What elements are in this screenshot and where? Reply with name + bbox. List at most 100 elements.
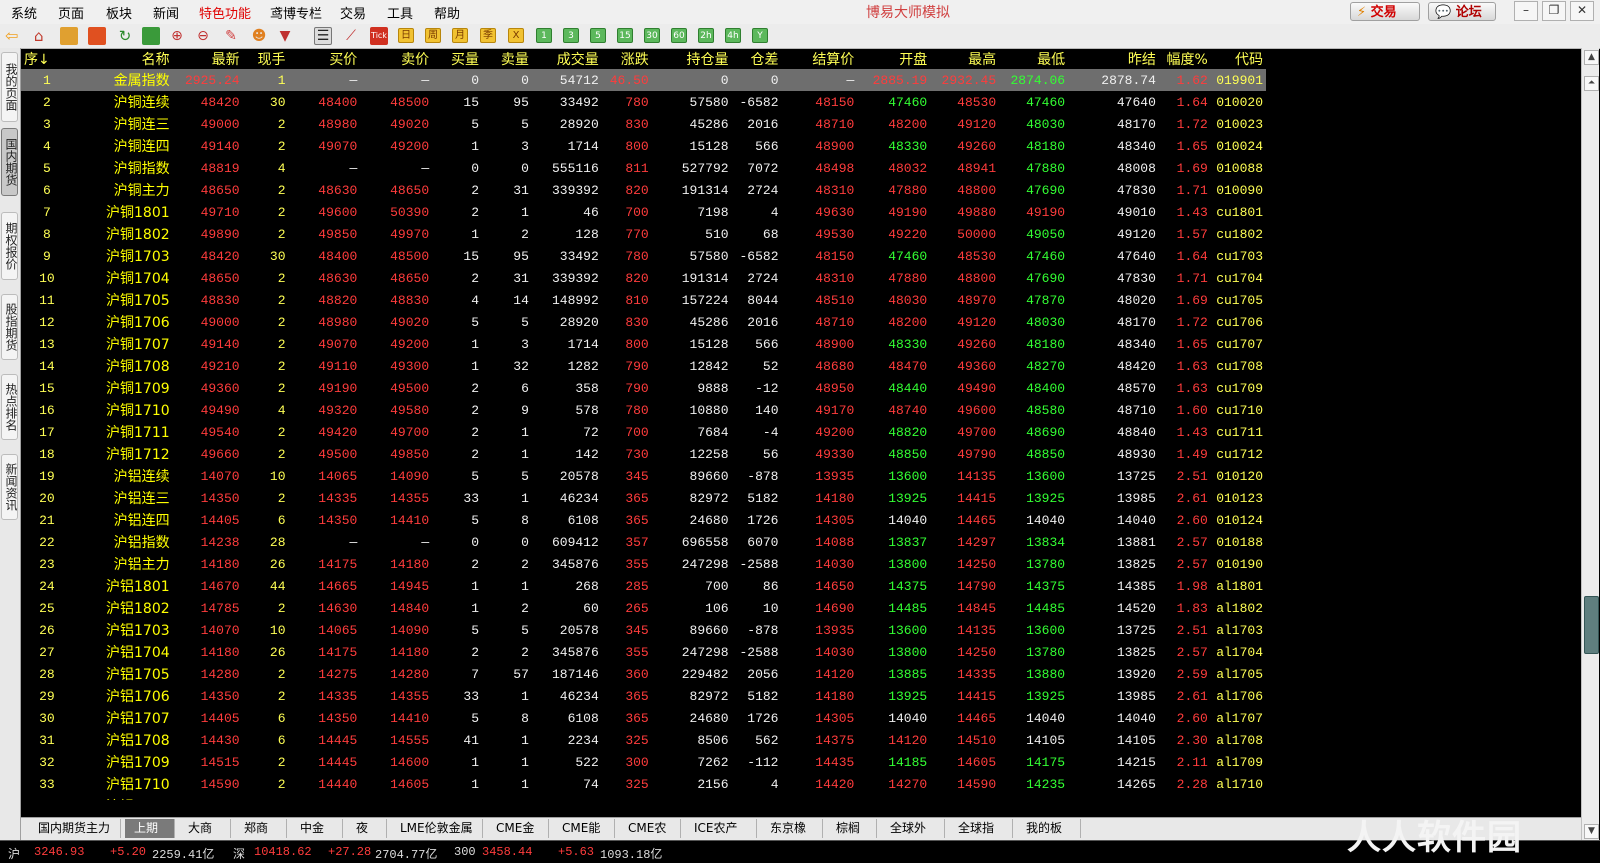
- column-header[interactable]: 仓差: [732, 48, 782, 69]
- market-tab[interactable]: CME能源: [553, 819, 615, 854]
- period-30min-button[interactable]: 30: [644, 28, 660, 43]
- period-4h-button[interactable]: 4h: [725, 28, 741, 43]
- table-row[interactable]: 17 沪铜1711 49540 2 49420 49700 2 1 72 700 7684 -4 492…: [21, 421, 1266, 443]
- table-row[interactable]: 26 沪铝1703 14070 10 14065 14090 5 5 20578 345 89660…: [21, 619, 1266, 641]
- table-row[interactable]: 19 沪铝连续 14070 10 14065 14090 5 5 20578 345 89660 -8…: [21, 465, 1266, 487]
- period-1min-button[interactable]: 1: [536, 28, 552, 43]
- table-row[interactable]: 11 沪铜1705 48830 2 48820 48830 4 14 148992 810 1572…: [21, 289, 1266, 311]
- table-row[interactable]: 33 沪铝1710 14590 2 14440 14605 1 1 74 325 2156 4 1442…: [21, 773, 1266, 795]
- period-day-button[interactable]: 日: [398, 28, 414, 43]
- column-header[interactable]: 开盘: [857, 48, 930, 69]
- market-tab[interactable]: LME伦敦金属: [391, 819, 483, 838]
- table-row[interactable]: 25 沪铝1802 14785 2 14630 14840 1 2 60 265 106 10 1469…: [21, 597, 1266, 619]
- home-icon[interactable]: ⌂: [34, 27, 52, 45]
- table-row[interactable]: 28 沪铝1705 14280 2 14275 14280 7 57 187146 360 2294…: [21, 663, 1266, 685]
- column-header[interactable]: 卖价: [360, 48, 432, 69]
- table-row[interactable]: 3 沪铜连三 49000 2 48980 49020 5 5 28920 830 45286 2016…: [21, 113, 1266, 135]
- scroll-up-icon[interactable]: ▲: [1584, 50, 1599, 65]
- table-row[interactable]: 16 沪铜1710 49490 4 49320 49580 2 9 578 780 10880 140…: [21, 399, 1266, 421]
- table-row[interactable]: 15 沪铜1709 49360 2 49190 49500 2 6 358 790 9888 -12 4…: [21, 377, 1266, 399]
- side-tab-stock-index-futures[interactable]: 股指期货: [1, 294, 18, 360]
- minimize-button[interactable]: –: [1514, 1, 1538, 21]
- forum-button[interactable]: 💬 论坛: [1428, 2, 1496, 21]
- person-icon[interactable]: ☻: [250, 27, 268, 45]
- column-header[interactable]: 最高: [930, 48, 999, 69]
- period-5min-button[interactable]: 5: [590, 28, 606, 43]
- menu-page[interactable]: 页面: [58, 3, 84, 22]
- period-3min-button[interactable]: 3: [563, 28, 579, 43]
- period-month-button[interactable]: 月: [452, 28, 468, 43]
- period-15min-button[interactable]: 15: [617, 28, 633, 43]
- side-tab-domestic-futures[interactable]: 国内期货: [1, 128, 18, 196]
- column-header[interactable]: 序↓: [21, 48, 73, 69]
- period-year-x-button[interactable]: X: [508, 28, 524, 43]
- table-row[interactable]: 29 沪铝1706 14350 2 14335 14355 33 1 46234 365 82972…: [21, 685, 1266, 707]
- menu-special-features[interactable]: 特色功能: [199, 3, 251, 22]
- zoom-in-icon[interactable]: ⊕: [168, 27, 186, 45]
- refresh-icon[interactable]: ↻: [116, 27, 134, 45]
- market-tab[interactable]: 棕榈油: [827, 819, 877, 854]
- filter-icon[interactable]: ▼: [276, 27, 294, 45]
- market-tab[interactable]: CME金属: [487, 819, 549, 854]
- menu-tools[interactable]: 工具: [387, 3, 413, 22]
- market-tab[interactable]: 全球外汇: [881, 819, 945, 854]
- market-tab[interactable]: 夜盘: [347, 819, 387, 854]
- market-tab[interactable]: 郑商所: [235, 819, 287, 854]
- side-tab-my-page[interactable]: 我的页面: [1, 52, 18, 122]
- table-row[interactable]: 32 沪铝1709 14515 2 14445 14600 1 1 522 300 7262 -112…: [21, 751, 1266, 773]
- period-week-button[interactable]: 周: [425, 28, 441, 43]
- market-tab[interactable]: ICE农产品: [685, 819, 757, 854]
- table-row[interactable]: 21 沪铝连四 14405 6 14350 14410 5 8 6108 365 24680 1726…: [21, 509, 1266, 531]
- scroll-top-icon[interactable]: ⏶: [1584, 76, 1599, 91]
- market-tab[interactable]: 大商所: [179, 819, 231, 854]
- market-tab[interactable]: 我的板块: [1017, 819, 1081, 854]
- vertical-scrollbar[interactable]: ▲ ⏶ ▼: [1581, 48, 1599, 842]
- column-header[interactable]: 最新: [173, 48, 243, 69]
- period-60min-button[interactable]: 60: [671, 28, 687, 43]
- table-row[interactable]: 1 金属指数 2925.24 1— —0 0 54712 46.50 0 0—2885.19 293…: [21, 69, 1266, 91]
- list-icon[interactable]: [142, 27, 160, 45]
- table-row[interactable]: 14 沪铜1708 49210 2 49110 49300 1 32 1282 790 12842 5…: [21, 355, 1266, 377]
- table-row[interactable]: 34沪铝171114640214490147651113033020602214…: [21, 795, 1266, 801]
- menu-trade[interactable]: 交易: [340, 3, 366, 22]
- menu-column[interactable]: 鸢博专栏: [270, 3, 322, 22]
- side-tab-hot-ranking[interactable]: 热点排名: [1, 374, 18, 440]
- column-header[interactable]: 名称: [73, 48, 173, 69]
- close-button[interactable]: ✕: [1570, 1, 1594, 21]
- menu-system[interactable]: 系统: [11, 3, 37, 22]
- table-row[interactable]: 31 沪铝1708 14430 6 14445 14555 41 1 2234 325 8506 56…: [21, 729, 1266, 751]
- tick-chart-icon[interactable]: Tick: [370, 27, 388, 45]
- market-tab[interactable]: 中金所: [291, 819, 343, 854]
- book-icon[interactable]: [60, 27, 78, 45]
- period-2h-button[interactable]: 2h: [698, 28, 714, 43]
- zoom-out-icon[interactable]: ⊖: [194, 27, 212, 45]
- table-row[interactable]: 4 沪铜连四 49140 2 49070 49200 1 3 1714 800 15128 566 48…: [21, 135, 1266, 157]
- market-tab[interactable]: 全球指数: [949, 819, 1013, 854]
- table-row[interactable]: 6 沪铜主力 48650 2 48630 48650 2 31 339392 820 191314 2…: [21, 179, 1266, 201]
- line-chart-icon[interactable]: ⟋: [342, 27, 360, 45]
- column-header[interactable]: 现手: [243, 48, 289, 69]
- column-header[interactable]: 幅度%: [1159, 48, 1211, 69]
- side-tab-options[interactable]: 期权报价: [1, 212, 18, 280]
- restore-button[interactable]: ❐: [1542, 1, 1566, 21]
- column-header[interactable]: 卖量: [482, 48, 532, 69]
- menu-help[interactable]: 帮助: [434, 3, 460, 22]
- table-row[interactable]: 22 沪铝指数 14238 28 — — 0 0 609412 357 696558 6070 1408…: [21, 531, 1266, 553]
- column-header[interactable]: 最低: [999, 48, 1068, 69]
- table-row[interactable]: 5 沪铜指数 48819 4 — — 0 0 555116 811 527792 7072 48498 4…: [21, 157, 1266, 179]
- table-row[interactable]: 24 沪铝1801 14670 44 14665 14945 1 1 268 285 700 86 14…: [21, 575, 1266, 597]
- menu-news[interactable]: 新闻: [153, 3, 179, 22]
- market-tab[interactable]: 上期所: [125, 819, 175, 854]
- menu-sector[interactable]: 板块: [106, 3, 132, 22]
- table-row[interactable]: 8 沪铜1802 49890 2 49850 49970 1 2 128 770 510 68 4953…: [21, 223, 1266, 245]
- column-header[interactable]: 涨跌: [602, 48, 652, 69]
- column-header[interactable]: 结算价: [782, 48, 858, 69]
- column-header[interactable]: 买量: [432, 48, 482, 69]
- back-arrow-icon[interactable]: ⇦: [5, 27, 23, 45]
- table-row[interactable]: 18 沪铜1712 49660 2 49500 49850 2 1 142 730 12258 56 4…: [21, 443, 1266, 465]
- table-row[interactable]: 7 沪铜1801 49710 2 49600 50390 2 1 46 700 7198 4 49630…: [21, 201, 1266, 223]
- quote-table-icon[interactable]: ☰: [314, 27, 332, 45]
- column-header[interactable]: 买价: [289, 48, 361, 69]
- table-row[interactable]: 30 沪铝1707 14405 6 14350 14410 5 8 6108 365 24680 17…: [21, 707, 1266, 729]
- column-header[interactable]: 代码: [1211, 48, 1266, 69]
